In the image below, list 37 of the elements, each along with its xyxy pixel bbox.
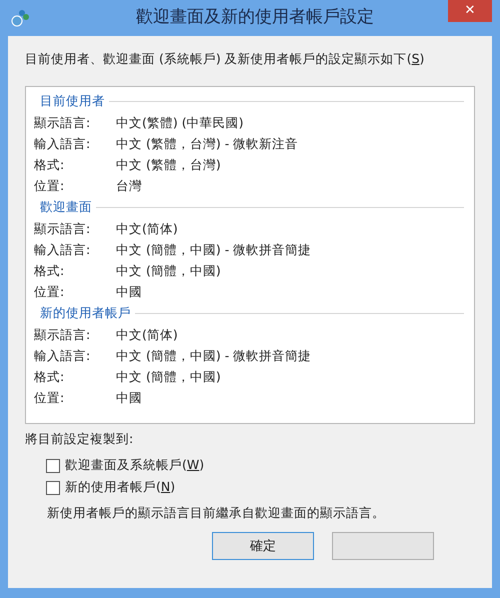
setting-value: 中國 (116, 282, 142, 301)
setting-label: 格式: (34, 368, 66, 386)
group-heading: 歡迎畫面 (40, 198, 92, 216)
ok-button[interactable]: 確定 (212, 532, 314, 560)
setting-label: 輸入語言: (34, 134, 92, 153)
group-heading: 新的使用者帳戶 (40, 304, 131, 322)
setting-value: 中文(繁體) (中華民國) (116, 114, 244, 132)
setting-label: 位置: (34, 176, 66, 195)
setting-value: 中文 (簡體，中國) - 微軟拼音簡捷 (116, 240, 312, 259)
setting-value: 中文 (簡體，中國) (116, 368, 221, 386)
checkbox[interactable] (46, 458, 60, 472)
copy-label: 將目前設定複製到: (25, 430, 134, 448)
group-heading: 目前使用者 (40, 92, 105, 110)
setting-label: 顯示語言: (34, 326, 92, 344)
setting-value: 中國 (116, 388, 142, 407)
setting-value: 中文 (簡體，中國) (116, 262, 221, 280)
checkbox-label: 新的使用者帳戶(N) (65, 478, 176, 496)
setting-label: 顯示語言: (34, 114, 92, 132)
setting-value: 中文(简体) (116, 326, 178, 344)
setting-label: 位置: (34, 388, 66, 407)
setting-value: 台灣 (116, 176, 142, 195)
setting-label: 格式: (34, 262, 66, 280)
setting-value: 中文 (繁體，台灣) - 微軟新注音 (116, 134, 298, 153)
setting-label: 顯示語言: (34, 220, 92, 238)
checkbox[interactable] (46, 480, 60, 494)
setting-label: 輸入語言: (34, 346, 92, 365)
setting-value: 中文 (繁體，台灣) (116, 156, 221, 174)
intro-text: 目前使用者、歡迎畫面 (系統帳戶) 及新使用者帳戶的設定顯示如下(S) (25, 51, 424, 66)
setting-value: 中文 (簡體，中國) - 微軟拼音簡捷 (116, 346, 312, 365)
setting-label: 位置: (34, 282, 66, 301)
window-title: 歡迎畫面及新的使用者帳戶設定 (135, 6, 374, 30)
close-button[interactable]: ✕ (448, 0, 492, 22)
note-text: 新使用者帳戶的顯示語言目前繼承自歡迎畫面的顯示語言。 (46, 504, 386, 522)
setting-label: 輸入語言: (34, 240, 92, 259)
setting-label: 格式: (34, 156, 66, 174)
setting-value: 中文(简体) (116, 220, 178, 238)
checkbox-label: 歡迎畫面及系統帳戶(W) (65, 456, 204, 474)
